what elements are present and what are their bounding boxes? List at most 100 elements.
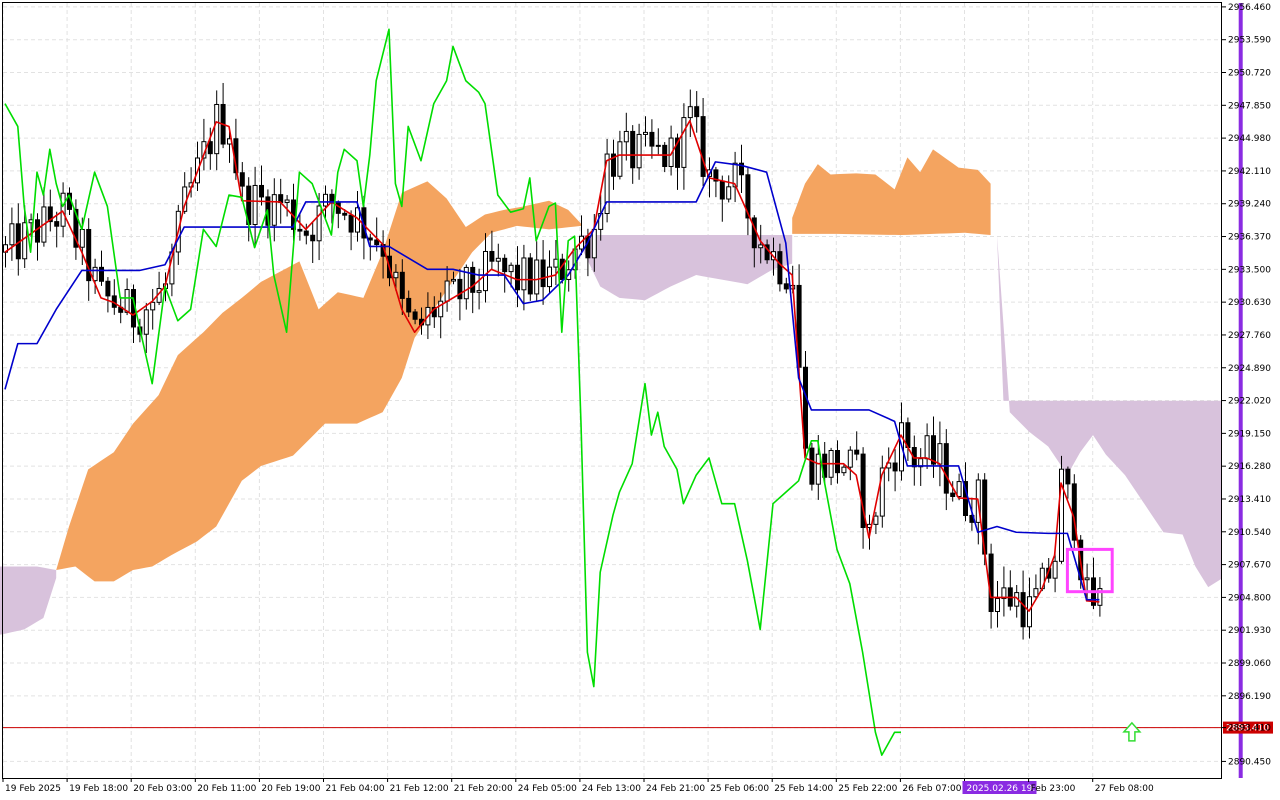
time-label: 20 Feb 11:00: [197, 784, 256, 794]
candle-bearish: [1020, 592, 1026, 628]
candle-bullish: [636, 133, 642, 169]
price-tick-label: 2899.060: [1228, 659, 1271, 669]
candle-bearish: [342, 212, 348, 216]
candle-bullish: [124, 289, 130, 313]
candle-bearish: [105, 280, 111, 297]
candle-bullish: [444, 280, 450, 302]
candle-bullish: [451, 278, 456, 282]
candle-bullish: [9, 223, 15, 246]
candle-bearish: [207, 141, 213, 155]
price-tick-label: 2936.370: [1228, 233, 1271, 243]
time-label: 19 Feb 18:00: [69, 784, 128, 794]
candle-bullish: [214, 103, 220, 155]
price-tick-label: 2893.410: [1228, 724, 1271, 734]
price-tick-label: 2953.590: [1228, 36, 1271, 46]
candle-bullish: [393, 271, 399, 279]
candle-bearish: [559, 258, 565, 280]
candle-bullish: [60, 192, 66, 227]
candle-bearish: [515, 264, 520, 291]
candle-bullish: [758, 244, 764, 249]
time-label: 21 Feb 12:00: [390, 784, 449, 794]
price-tick-label: 2904.800: [1228, 593, 1271, 603]
time-label: 19 Feb 2025: [5, 784, 61, 794]
candle-bearish: [527, 257, 533, 295]
candle-bearish: [540, 259, 546, 288]
candle-bullish: [995, 598, 1000, 613]
price-tick-label: 2939.240: [1228, 200, 1271, 210]
time-label: Feb 23:00: [1031, 784, 1076, 794]
candle-bullish: [553, 258, 559, 268]
time-label: 25 Feb 06:00: [710, 784, 769, 794]
price-tick-label: 2922.020: [1228, 397, 1271, 407]
price-tick-label: 2907.670: [1228, 561, 1271, 571]
candle-bullish: [655, 144, 661, 147]
candle-bullish: [252, 184, 258, 226]
candle-bullish: [681, 117, 687, 168]
time-label: 25 Feb 14:00: [774, 784, 833, 794]
price-tick-label: 2933.500: [1228, 265, 1271, 275]
candle-bearish: [630, 130, 636, 169]
candle-bearish: [406, 297, 412, 313]
candle-bullish: [1084, 577, 1090, 581]
candle-bullish: [815, 453, 821, 485]
candle-bullish: [591, 228, 597, 259]
time-label: 25 Feb 22:00: [838, 784, 897, 794]
candle-bullish: [956, 481, 962, 497]
price-tick-label: 2913.410: [1228, 495, 1271, 505]
candle-bearish: [259, 184, 264, 198]
candle-bullish: [687, 106, 693, 119]
candle-bearish: [649, 131, 655, 147]
candle-bullish: [643, 131, 648, 135]
candle-bearish: [502, 257, 508, 273]
candle-bearish: [988, 553, 994, 613]
candle-bearish: [470, 266, 476, 293]
price-tick-label: 2890.450: [1228, 757, 1271, 767]
candle-bearish: [367, 237, 373, 241]
candle-bullish: [1052, 560, 1058, 579]
price-tick-label: 2930.630: [1228, 298, 1271, 308]
candle-bullish: [150, 301, 156, 311]
candle-bullish: [79, 228, 85, 248]
candle-bullish: [284, 199, 290, 203]
candle-bearish: [950, 492, 956, 497]
price-tick-label: 2924.890: [1228, 364, 1271, 374]
candle-bearish: [751, 217, 757, 249]
candle-bearish: [489, 250, 495, 262]
candle-bearish: [1065, 468, 1071, 485]
time-label: 21 Feb 04:00: [326, 784, 385, 794]
price-tick-label: 2896.190: [1228, 692, 1271, 702]
candle-bearish: [777, 251, 783, 285]
price-tick-label: 2919.150: [1228, 429, 1271, 439]
candle-bearish: [700, 116, 706, 177]
ichimoku-price-chart[interactable]: 2893.410 2956.460 2953.590 2950.720 2947.85…: [0, 0, 1280, 800]
candle-bullish: [323, 193, 328, 207]
candle-bearish: [297, 228, 303, 232]
candle-bullish: [483, 250, 488, 292]
candle-bearish: [399, 271, 405, 299]
candle-bullish: [726, 186, 732, 200]
candle-bullish: [623, 130, 629, 143]
candle-bullish: [508, 264, 514, 273]
candle-bullish: [937, 443, 943, 465]
price-tick-label: 2942.110: [1228, 167, 1271, 177]
candle-bearish: [54, 221, 60, 227]
candle-bullish: [22, 222, 28, 260]
candle-bearish: [892, 462, 898, 472]
candle-bullish: [847, 449, 853, 468]
candle-bearish: [719, 180, 725, 200]
price-tick-label: 2947.850: [1228, 101, 1271, 111]
candle-bearish: [99, 266, 104, 282]
candle-bearish: [809, 447, 815, 485]
time-label: 24 Feb 21:00: [646, 784, 705, 794]
candle-bearish: [303, 230, 309, 236]
candle-bearish: [310, 234, 316, 242]
candle-bullish: [1027, 596, 1032, 628]
time-label: 26 Feb 07:00: [902, 784, 961, 794]
price-tick-label: 2950.720: [1228, 68, 1271, 78]
candle-bullish: [495, 257, 501, 262]
candle-bullish: [476, 290, 482, 293]
time-label: 20 Feb 03:00: [133, 784, 192, 794]
price-tick-label: 2956.460: [1228, 3, 1271, 13]
candle-bullish: [534, 259, 540, 295]
time-label: 24 Feb 13:00: [582, 784, 641, 794]
